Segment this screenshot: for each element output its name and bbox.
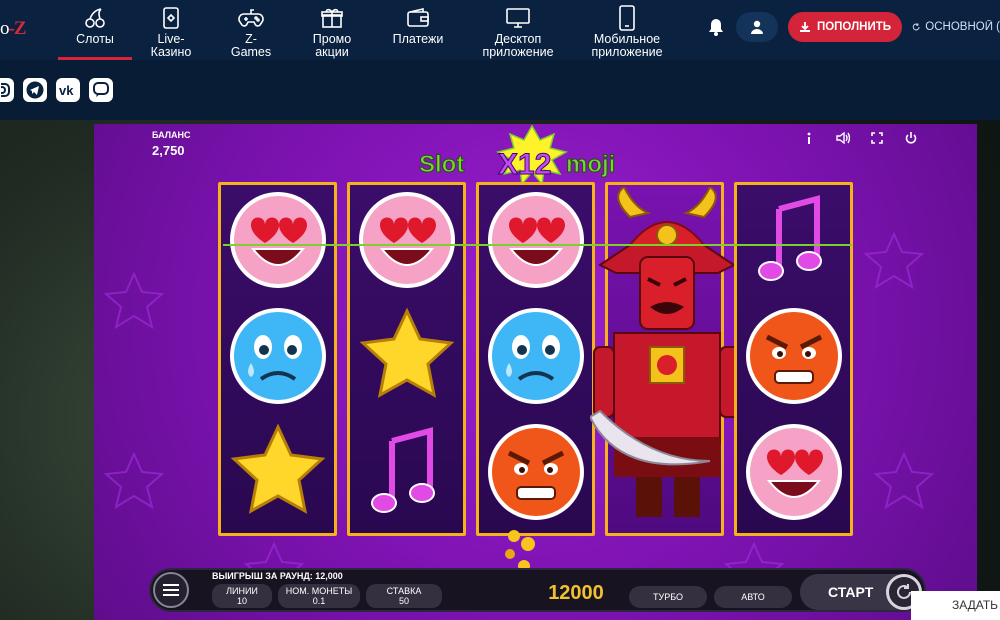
nav-label: Live- Казино [150,32,192,59]
account-label: ОСНОВНОЙ ( [925,21,1000,33]
profile-button[interactable] [736,12,778,42]
nav-item-slots[interactable]: Слоты [58,0,132,60]
nav-item-desktop-app[interactable]: Десктоп приложение [464,0,572,60]
bet-selector[interactable]: СТАВКА 50 [366,584,442,608]
music-note-symbol [371,427,435,513]
game-toolbar [801,130,919,146]
lines-value: 10 [236,596,247,606]
heart-eyes-emoji [359,192,455,288]
instagram-icon[interactable] [0,78,14,102]
coin-value: 0.1 [312,596,326,606]
logo-part-x12: X12 [498,148,551,181]
sad-emoji [230,308,326,404]
reel-2 [347,182,466,536]
smartphone-icon [614,5,640,31]
cherries-icon [82,5,108,31]
lines-label: ЛИНИИ [226,586,258,596]
reel-5 [734,182,853,536]
heart-eyes-emoji [488,192,584,288]
reel-4-wild [590,182,741,536]
nav-label: Z- Games [230,32,272,59]
gift-icon [319,5,345,31]
gamepad-icon [238,5,264,31]
telegram-icon[interactable] [23,78,47,102]
site-logo[interactable]: o-Z [0,18,42,42]
nav-label: Мобильное приложение [591,32,663,59]
user-icon [751,20,763,34]
start-label: СТАРТ [828,584,874,600]
info-icon[interactable] [801,130,817,146]
phone-card-icon [158,5,184,31]
nav-item-promo[interactable]: Промо акции [292,0,372,60]
vk-icon[interactable]: vk [56,78,80,102]
wallet-icon [405,5,431,31]
chat-icon[interactable] [89,78,113,102]
angry-emoji [746,308,842,404]
balance-label: БАЛАНС [152,130,191,140]
menu-button[interactable] [153,572,189,608]
nav-label: Промо акции [312,32,352,59]
music-note-symbol [758,195,822,281]
nav-item-mobile-app[interactable]: Мобильное приложение [572,0,682,60]
ask-question-button[interactable]: ЗАДАТЬ [911,591,1000,620]
heart-eyes-emoji [746,424,842,520]
control-panel: ВЫИГРЫШ ЗА РАУНД: 12,000 ЛИНИИ 10 НОМ. М… [149,568,926,612]
angry-emoji [488,424,584,520]
coin-label: НОМ. МОНЕТЫ [285,586,353,596]
sound-icon[interactable] [835,130,851,146]
nav-item-payments[interactable]: Платежи [372,0,464,60]
nav-label: Платежи [392,32,444,46]
top-bar: o-Z Слоты Live- Казино Z- Games Промо ак… [0,0,1000,60]
nav-label: Десктоп приложение [482,32,554,59]
game-logo: Slot X12 moji [419,124,616,182]
monitor-icon [505,5,531,31]
refresh-icon [912,23,920,31]
samurai-wild [590,187,741,517]
bet-label: СТАВКА [386,586,422,596]
deposit-label: ПОПОЛНИТЬ [816,21,892,33]
bell-icon[interactable] [708,18,726,36]
nav-item-live-casino[interactable]: Live- Казино [132,0,210,60]
star-symbol [359,307,455,398]
main-nav: Слоты Live- Казино Z- Games Промо акции … [58,0,682,60]
coin-value-selector[interactable]: НОМ. МОНЕТЫ 0.1 [278,584,360,608]
power-icon[interactable] [903,130,919,146]
hamburger-icon [163,584,179,596]
svg-text:vk: vk [59,83,74,97]
reel-3 [476,182,595,536]
slot-game[interactable]: БАЛАНС 2,750 Slot X12 moji ВЫИГРЫШ ЗА РА… [94,124,977,620]
sad-emoji [488,308,584,404]
winning-payline [223,244,852,246]
download-icon [799,22,810,32]
turbo-button[interactable]: ТУРБО [629,586,707,608]
balance-value: 2,750 [152,143,185,158]
lines-selector[interactable]: ЛИНИИ 10 [212,584,272,608]
logo-part-moji: moji [566,151,615,178]
round-win-label: ВЫИГРЫШ ЗА РАУНД: 12,000 [212,571,343,581]
header-tools: ПОПОЛНИТЬ ОСНОВНОЙ ( [708,12,1000,42]
nav-label: Слоты [76,32,114,46]
star-symbol [230,423,326,514]
bet-value: 50 [398,596,409,606]
auto-button[interactable]: АВТО [714,586,792,608]
logo-part-slot: Slot [419,151,464,178]
reel-1 [218,182,337,536]
heart-eyes-emoji [230,192,326,288]
fullscreen-icon[interactable] [869,130,885,146]
nav-item-z-games[interactable]: Z- Games [210,0,292,60]
social-bar: vk [0,60,1000,120]
deposit-button[interactable]: ПОПОЛНИТЬ [788,12,902,42]
account-switcher[interactable]: ОСНОВНОЙ ( [912,20,1000,34]
